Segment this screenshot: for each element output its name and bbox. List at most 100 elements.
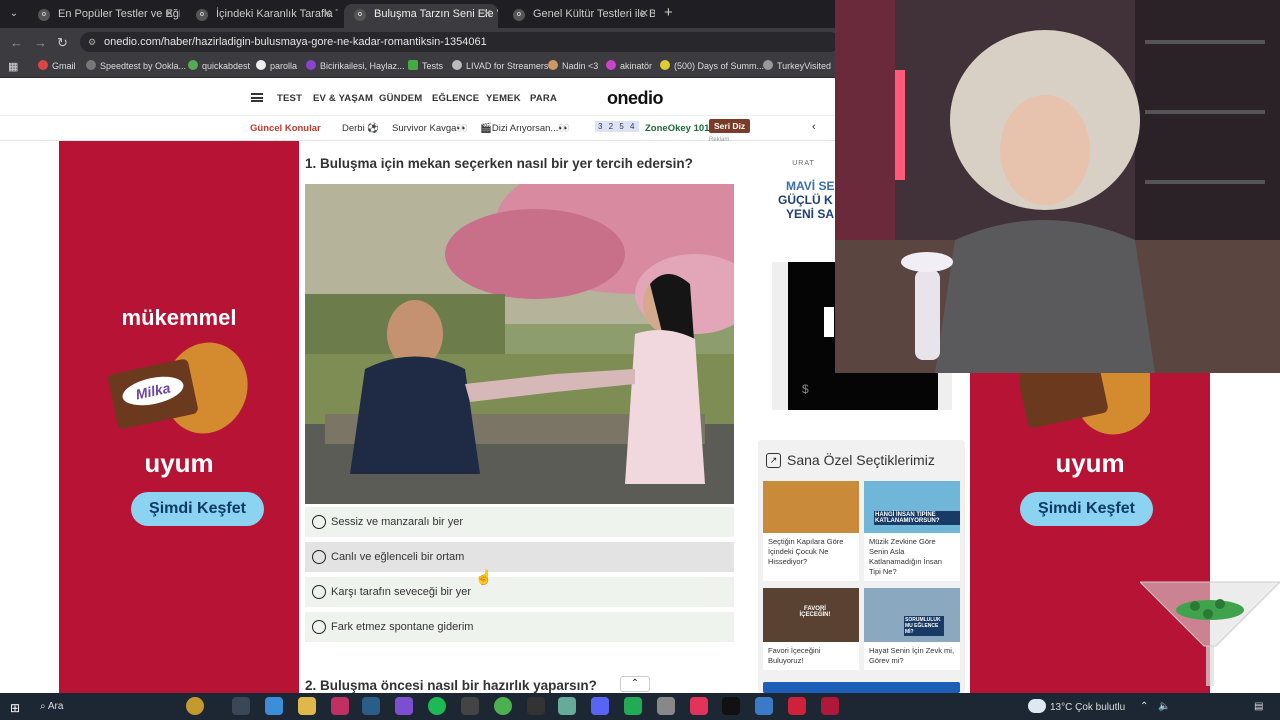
tab-4[interactable]: o Genel Kültür Testleri ile Bilgini ✕ [503,4,655,28]
app-icon[interactable] [461,697,479,715]
tab-3-active[interactable]: o Buluşma Tarzın Seni Ele Veriyor ✕ [344,4,498,28]
nav-test[interactable]: TEST [277,93,302,104]
nav-gundem[interactable]: GÜNDEM [379,93,422,104]
close-icon[interactable]: ✕ [640,4,649,24]
new-tab-button[interactable]: + [664,5,673,20]
reload-icon[interactable]: ↻ [57,35,68,51]
rec-card-caption: Hayat Senin İçin Zevk mi, Görev mi? [869,646,955,665]
seri-diz-badge[interactable]: Seri Diz [709,119,751,133]
answer-option-4[interactable]: Fark etmez spontane giderim [305,612,734,642]
widget-icon[interactable] [186,697,204,715]
quickabdest-icon [188,60,198,70]
forward-icon[interactable]: → [34,35,47,50]
tab-2[interactable]: o İçindeki Karanlık Tarafla Tanışm ✕ [186,4,338,28]
site-info-icon[interactable]: ⚙ [88,32,96,52]
livad-icon [452,60,462,70]
discord-icon[interactable] [591,697,609,715]
app-icon[interactable] [657,697,675,715]
bookmark-tests[interactable]: Tests [408,60,443,71]
bookmark-gmail[interactable]: Gmail [38,60,76,71]
weather-text[interactable]: 13°C Çok bulutlu [1050,702,1125,713]
urat-ad[interactable]: URAT MAVİ SE GÜÇLÜ K YENİ SA [772,150,835,245]
radio-button[interactable] [312,515,326,529]
copilot-icon[interactable] [265,697,283,715]
bookmark-speedtest[interactable]: Speedtest by Ookla... [86,60,186,71]
500days-icon [660,60,670,70]
rec-card-1[interactable]: Seçtiğin Kapılara Göre İçindeki Çocuk Ne… [763,481,859,581]
tray-chevron-icon[interactable]: ⌃ [1140,701,1148,712]
tab-search-button[interactable]: ⌄ [6,6,22,22]
bookmark-akinator[interactable]: akinatör [606,60,652,71]
topic-zoneokey[interactable]: ZoneOkey 101 [645,123,709,134]
steam-icon[interactable] [362,697,380,715]
app-icon[interactable] [788,697,806,715]
chrome-icon[interactable] [494,697,512,715]
bookmark-turkeyvisited[interactable]: TurkeyVisited [763,60,831,71]
scroll-to-top-button[interactable]: ⌃ [620,676,650,692]
answer-option-2[interactable]: Canlı ve eğlenceli bir ortam [305,542,734,572]
bookmark-500-days[interactable]: (500) Days of Summ... [660,60,764,71]
onedio-logo[interactable]: onedio [607,88,664,109]
radio-button[interactable] [312,550,326,564]
nav-eglence[interactable]: EĞLENCE [432,93,479,104]
notifications-icon[interactable]: ▤ [1254,701,1263,712]
weather-cloud-icon[interactable] [1028,699,1046,713]
bookmark-livad[interactable]: LIVAD for Streamers [452,60,548,71]
url-field[interactable]: ⚙ onedio.com/haber/hazirladigin-bulusmay… [80,32,840,52]
radio-button[interactable] [312,585,326,599]
taskbar-search[interactable]: ⌕ Ara [40,701,63,712]
app-icon[interactable] [821,697,839,715]
app-icon[interactable] [558,697,576,715]
app-icon[interactable] [331,697,349,715]
rec-card-3[interactable]: FAVORİ İÇECEĞİN! Favori İçeceğini Buluyo… [763,588,859,670]
topic-dizi[interactable]: 🎬Dizi Arıyorsan...👀 [480,123,570,134]
answer-option-1[interactable]: Sessiz ve manzaralı bir yer [305,507,734,537]
rec-card-2[interactable]: HANGİ İNSAN TİPİNE KATLANAMIYORSUN? Müzi… [864,481,960,581]
ad-cta-button[interactable]: Şimdi Keşfet [1020,492,1153,526]
tiktok-icon[interactable] [722,697,740,715]
milka-lotus-image: Milka [107,330,261,446]
bookmark-label: TurkeyVisited [777,61,832,71]
close-icon[interactable]: ✕ [483,4,492,24]
app-icon[interactable] [755,697,773,715]
topic-survivor[interactable]: Survivor Kavga👀 [392,123,468,134]
tab-1[interactable]: o En Popüler Testler ve Eğlenceli ✕ [28,4,180,28]
answer-option-3[interactable]: Karşı tarafın seveceği bir yer [305,577,734,607]
obs-icon[interactable] [395,697,413,715]
file-explorer-icon[interactable] [298,697,316,715]
radio-button[interactable] [312,620,326,634]
nav-para[interactable]: PARA [530,93,557,104]
app-icon[interactable] [527,697,545,715]
bookmark-quickabdest[interactable]: quickabdest [188,60,250,71]
close-icon[interactable]: ✕ [165,4,174,24]
windows-start-icon[interactable]: ⊞ [10,701,20,715]
onedio-favicon-icon: o [196,9,208,21]
topics-label: Güncel Konular [250,123,321,134]
bookmark-label: Tests [422,61,444,71]
bookmark-parolla[interactable]: parolla [256,60,297,71]
terminal-icon[interactable] [624,697,642,715]
nav-ev-yasam[interactable]: EV & YAŞAM [313,93,373,104]
nav-yemek[interactable]: YEMEK [486,93,521,104]
option-label: Sessiz ve manzaralı bir yer [331,516,464,528]
rec-more-button[interactable] [763,682,960,693]
search-placeholder: Ara [47,701,64,712]
app-icon[interactable] [690,697,708,715]
rec-card-4[interactable]: SORUMLULUK MU EĞLENCE Mİ? Hayat Senin İç… [864,588,960,670]
twitch-icon [306,60,316,70]
ad-headline: mükemmel [121,305,237,330]
bookmark-bicirikailesi[interactable]: Bicirikailesi, Haylaz... [306,60,405,71]
back-icon[interactable]: ← [10,35,23,50]
close-icon[interactable]: ✕ [323,4,332,24]
volume-icon[interactable]: 🔈 [1158,701,1170,712]
apps-icon[interactable]: ▦ [8,60,18,73]
hamburger-menu-icon[interactable] [251,93,263,102]
topic-derbi[interactable]: Derbi ⚽ [342,123,379,134]
spotify-icon[interactable] [428,697,446,715]
task-view-icon[interactable] [232,697,250,715]
gmail-icon [38,60,48,70]
okey-tiles[interactable]: 3 2 5 4 [595,121,640,132]
bookmark-nadin[interactable]: Nadin <3 [548,60,598,71]
ad-cta-button[interactable]: Şimdi Keşfet [131,492,264,526]
scroll-left-icon[interactable]: ‹ [812,121,816,133]
